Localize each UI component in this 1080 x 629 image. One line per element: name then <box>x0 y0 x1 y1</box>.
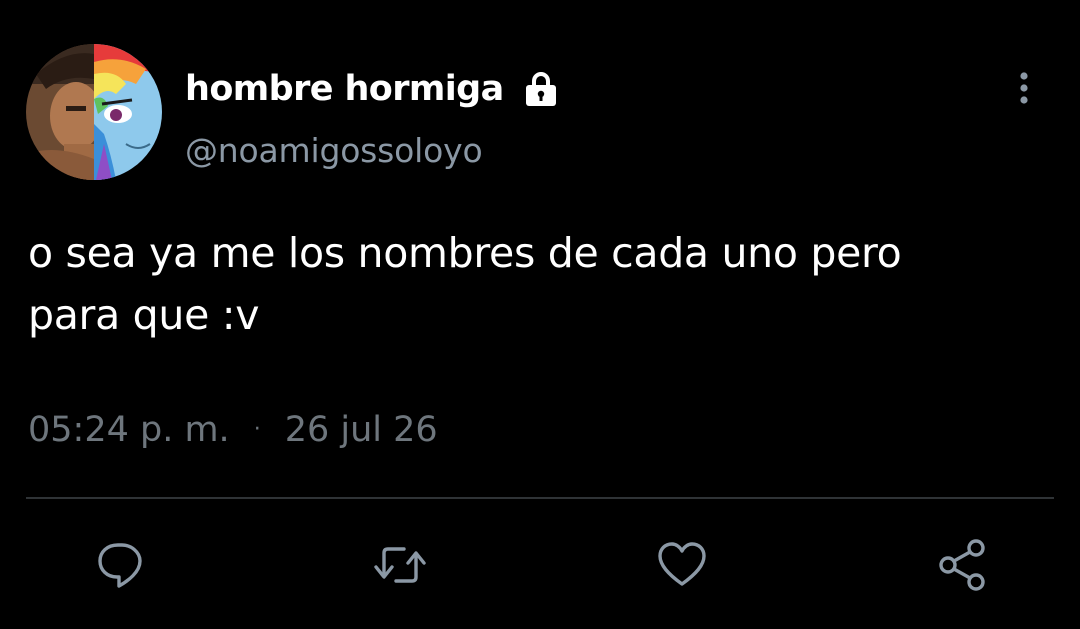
like-button[interactable] <box>654 537 710 593</box>
avatar[interactable] <box>26 44 162 180</box>
more-vertical-icon <box>1020 72 1028 104</box>
retweet-button[interactable] <box>372 537 428 593</box>
avatar-image <box>26 44 162 180</box>
tweet-time[interactable]: 05:24 p. m. <box>28 408 230 452</box>
lock-icon <box>520 68 562 110</box>
share-button[interactable] <box>935 537 991 593</box>
meta-separator: · <box>253 417 261 442</box>
tweet-date[interactable]: 26 jul 26 <box>285 408 438 452</box>
divider <box>26 497 1054 499</box>
user-handle[interactable]: @noamigossoloyo <box>185 130 483 172</box>
more-options-button[interactable] <box>1004 68 1044 108</box>
display-name[interactable]: hombre hormiga <box>185 68 504 110</box>
share-icon <box>939 539 985 591</box>
heart-icon <box>658 542 706 586</box>
tweet-text: o sea ya me los nombres de cada uno pero… <box>28 229 902 339</box>
retweet-icon <box>374 547 426 583</box>
reply-button[interactable] <box>92 537 148 593</box>
comment-icon <box>98 543 142 588</box>
tweet-card: hombre hormiga @noamigossoloyo o sea ya … <box>0 0 1080 629</box>
tweet-meta: 05:24 p. m. · 26 jul 26 <box>28 408 438 452</box>
author-info[interactable]: hombre hormiga <box>185 68 562 110</box>
